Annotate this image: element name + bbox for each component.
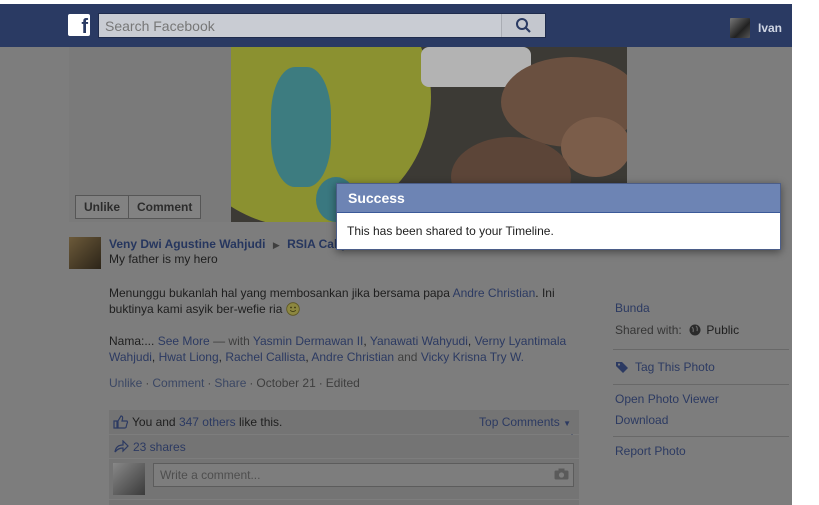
camera-icon[interactable] <box>554 468 569 480</box>
unlike-link[interactable]: Unlike <box>109 376 142 390</box>
arrow-right-icon: ▶ <box>272 240 280 250</box>
unlike-photo-button[interactable]: Unlike <box>76 196 130 218</box>
profile-name: Ivan <box>758 21 783 35</box>
author-name-link[interactable]: Veny Dwi Agustine Wahjudi <box>109 237 265 251</box>
separator: · <box>318 376 323 390</box>
top-navigation-bar: f Ivan <box>0 0 792 47</box>
divider <box>613 384 789 385</box>
chevron-down-icon: ▼ <box>563 419 571 428</box>
download-link[interactable]: Download <box>615 413 668 427</box>
smile-emoji-icon <box>286 302 300 316</box>
tag-icon <box>616 362 628 373</box>
post-text: Menunggu bukanlah hal yang membosankan j… <box>109 286 453 300</box>
dialog-title: Success <box>337 184 780 213</box>
search-box <box>98 13 546 38</box>
post-paragraph-3: Nama:... See More — with Yasmin Dermawan… <box>109 334 567 364</box>
facebook-logo-icon[interactable]: f <box>68 14 90 36</box>
separator: · <box>249 376 254 390</box>
post-line-1: My father is my hero <box>109 252 218 266</box>
report-photo-link[interactable]: Report Photo <box>615 444 686 458</box>
author-avatar[interactable] <box>69 237 101 269</box>
post-paragraph-2: Menunggu bukanlah hal yang membosankan j… <box>109 285 579 317</box>
top-comments-label: Top Comments <box>479 415 560 429</box>
page-edge <box>792 0 819 505</box>
post-actions: Unlike · Comment · Share · October 21 · Edited <box>109 375 360 391</box>
search-icon <box>516 18 531 33</box>
photo-hand <box>561 117 627 177</box>
shares-summary: 23 shares <box>109 435 579 458</box>
tag-link[interactable]: Yasmin Dermawan II <box>253 334 363 348</box>
post-text: Nama:... <box>109 334 155 348</box>
tag-link[interactable]: Andre Christian <box>311 350 394 364</box>
tag-link[interactable]: Rachel Callista <box>225 350 305 364</box>
likes-you-and: You and <box>132 415 176 429</box>
comment-composer <box>109 459 579 499</box>
and-text: and <box>397 350 418 364</box>
shares-count-link[interactable]: 23 shares <box>133 440 186 454</box>
shared-with-row: Shared with: Public <box>615 323 739 337</box>
tag-link[interactable]: Andre Christian <box>453 286 536 300</box>
logo-letter: f <box>81 16 88 36</box>
search-button[interactable] <box>501 14 545 37</box>
share-arrow-icon <box>114 440 129 453</box>
top-comments-dropdown[interactable]: Top Comments ▼ <box>479 415 571 429</box>
audience-public[interactable]: Public <box>706 323 739 337</box>
separator: · <box>207 376 212 390</box>
likes-summary: You and 347 others like this. Top Commen… <box>109 410 579 434</box>
edited-link[interactable]: Edited <box>326 376 360 390</box>
tag-link[interactable]: Yanawati Wahyudi <box>370 334 468 348</box>
profile-avatar <box>730 18 750 38</box>
album-link[interactable]: Bunda <box>615 301 650 315</box>
profile-link[interactable]: Ivan <box>730 18 782 38</box>
photo-actions: Unlike Comment <box>75 195 202 219</box>
success-dialog: Success This has been shared to your Tim… <box>336 183 781 250</box>
dialog-message: This has been shared to your Timeline. <box>347 224 554 238</box>
share-link[interactable]: Share <box>214 376 246 390</box>
see-more-link[interactable]: See More <box>158 334 210 348</box>
globe-icon <box>689 324 701 336</box>
tag-link[interactable]: Vicky Krisna Try W. <box>421 350 524 364</box>
likes-others-link[interactable]: 347 others <box>179 415 236 429</box>
comment-input[interactable] <box>153 463 574 487</box>
tag-photo-link[interactable]: Tag This Photo <box>635 360 715 374</box>
next-comment-row <box>109 500 579 505</box>
comment-link[interactable]: Comment <box>152 376 204 390</box>
tag-link[interactable]: Hwat Liong <box>159 350 219 364</box>
divider <box>613 436 789 437</box>
divider <box>613 349 789 350</box>
thumbs-up-icon[interactable] <box>113 415 129 429</box>
photo-toy-fin <box>271 67 331 187</box>
open-photo-viewer-link[interactable]: Open Photo Viewer <box>615 392 719 406</box>
likes-like-this: like this. <box>239 415 283 429</box>
with-text: — with <box>213 334 250 348</box>
shared-with-label: Shared with: <box>615 323 682 337</box>
commenter-avatar <box>113 463 145 495</box>
comment-photo-button[interactable]: Comment <box>129 196 201 218</box>
search-input[interactable] <box>99 14 501 37</box>
tag-photo-option[interactable]: Tag This Photo <box>615 360 715 374</box>
separator: · <box>145 376 150 390</box>
post-date[interactable]: October 21 <box>256 376 315 390</box>
